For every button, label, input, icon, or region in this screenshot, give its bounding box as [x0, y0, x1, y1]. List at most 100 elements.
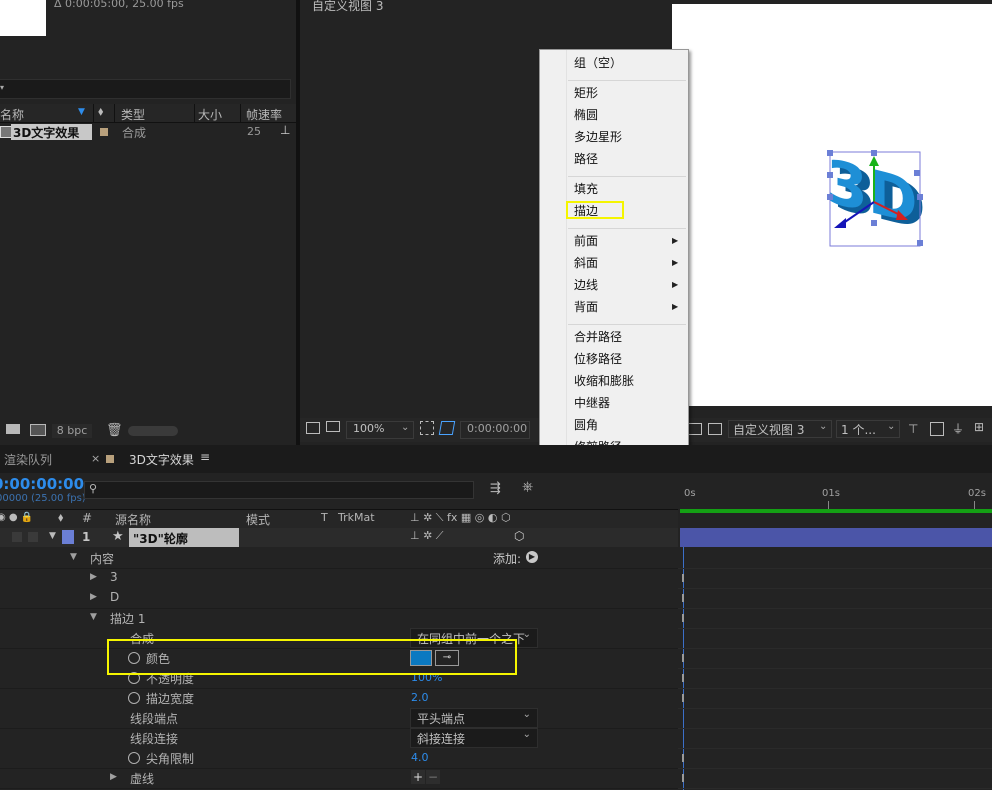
trash-icon[interactable]: 🗑	[106, 423, 123, 438]
expand-triangle-icon[interactable]: ▼	[70, 552, 77, 562]
comp-flowchart-icon[interactable]: ⇶	[490, 481, 501, 496]
layer-row[interactable]: ▼ 1 ★ "3D"轮廓 ⊥ ✲ ⟋ ⬡	[0, 528, 678, 547]
column-mode[interactable]: 模式	[246, 511, 270, 528]
expand-triangle-icon[interactable]: ▶	[90, 592, 97, 602]
menu-item[interactable]: 矩形	[574, 85, 598, 101]
menu-item[interactable]: 组（空）	[574, 55, 622, 71]
menu-item[interactable]: 前面 ▶	[574, 233, 678, 249]
stopwatch-icon[interactable]	[128, 692, 140, 704]
menu-item[interactable]: 多边星形	[574, 129, 622, 145]
bpc-toggle[interactable]: 8 bpc	[52, 424, 92, 438]
timeline-timecode[interactable]: 0:00:00:00	[0, 475, 84, 493]
prop-label: 描边 1	[110, 612, 146, 626]
viewer-timecode[interactable]: 0:00:00:00	[460, 421, 530, 439]
menu-item[interactable]: 路径	[574, 151, 598, 167]
menu-item[interactable]: 描边	[566, 201, 624, 219]
fast-preview-icon[interactable]: ⊞	[974, 420, 984, 434]
show-channel-icon[interactable]: ⏚	[952, 420, 964, 437]
keyframe-navigator-icon[interactable]	[682, 754, 684, 762]
prop-stroke-width[interactable]: 描边宽度 2.0	[0, 688, 678, 709]
folder-icon[interactable]	[6, 424, 20, 434]
expand-triangle-icon[interactable]: ▶	[90, 572, 97, 582]
menu-item[interactable]: 位移路径	[574, 351, 622, 367]
timeline-tabs-bar: 渲染队列 × 3D文字效果 ≡	[0, 445, 992, 473]
flowchart-icon: ⊥	[280, 123, 291, 137]
keyframe-navigator-icon[interactable]	[682, 694, 684, 702]
work-area-bar[interactable]	[680, 509, 992, 513]
remove-dash-icon[interactable]: −	[426, 770, 440, 784]
prop-line-join[interactable]: 线段连接 斜接连接 ⌄	[0, 728, 678, 749]
layer-name[interactable]: "3D"轮廓	[133, 530, 188, 547]
prop-group-d[interactable]: ▶ D	[0, 588, 678, 609]
prop-contents[interactable]: ▼ 内容 添加: ▶	[0, 548, 678, 569]
menu-item[interactable]: 背面 ▶	[574, 299, 678, 315]
column-trkmat[interactable]: TrkMat	[338, 511, 375, 524]
layer-duration-bar[interactable]	[680, 528, 992, 547]
grid-icon[interactable]	[708, 423, 722, 435]
project-item-row[interactable]: 3D文字效果 合成 25 ⊥	[0, 123, 296, 141]
keyframe-navigator-icon[interactable]	[682, 674, 684, 682]
render-icon[interactable]	[688, 423, 702, 435]
layer-number: 1	[82, 530, 91, 544]
keyframe-navigator-icon[interactable]	[682, 594, 684, 602]
view-select-dropdown[interactable]: 自定义视图 3 ⌄	[728, 420, 832, 438]
timeline-search[interactable]: ⚲	[84, 481, 474, 499]
menu-item[interactable]: 椭圆	[574, 107, 598, 123]
comp-color-swatch	[106, 455, 114, 463]
prop-stroke-width-value[interactable]: 2.0	[411, 691, 429, 704]
resolution-icon[interactable]	[420, 421, 434, 435]
snapshot-icon[interactable]	[930, 422, 944, 436]
prop-line-cap[interactable]: 线段端点 平头端点 ⌄	[0, 708, 678, 729]
menu-item[interactable]: 合并路径	[574, 329, 622, 345]
monitor-icon[interactable]	[326, 421, 340, 432]
view-count-dropdown[interactable]: 1 个... ⌄	[836, 420, 900, 438]
column-name[interactable]: 名称	[0, 106, 24, 123]
close-icon[interactable]: ×	[91, 452, 100, 465]
new-comp-icon[interactable]	[30, 424, 46, 436]
column-size[interactable]: 大小	[198, 106, 222, 123]
draft-3d-icon[interactable]: ⎈	[522, 479, 533, 495]
keyframe-navigator-icon[interactable]	[682, 774, 684, 782]
column-framerate[interactable]: 帧速率	[246, 106, 282, 123]
menu-item[interactable]: 圆角	[574, 417, 598, 433]
menu-item[interactable]: 边线 ▶	[574, 277, 678, 293]
project-scrollbar[interactable]	[128, 426, 178, 436]
keyframe-navigator-icon[interactable]	[682, 614, 684, 622]
menu-item[interactable]: 填充	[574, 181, 598, 197]
3d-layer-switch-icon[interactable]: ⬡	[514, 529, 524, 543]
layer-switch-icons[interactable]: ⊥ ✲ ⟋	[410, 529, 444, 543]
keyframe-navigator-icon[interactable]	[682, 654, 684, 662]
always-preview-icon[interactable]	[306, 422, 320, 434]
menu-item[interactable]: 斜面 ▶	[574, 255, 678, 271]
prop-miter-limit[interactable]: 尖角限制 4.0	[0, 748, 678, 769]
reset-exposure-icon[interactable]: ⊤	[908, 422, 918, 436]
expand-triangle-icon[interactable]: ▶	[110, 772, 117, 782]
submenu-arrow-icon: ▶	[672, 258, 679, 267]
prop-line-cap-dropdown[interactable]: 平头端点 ⌄	[410, 708, 538, 728]
add-arrow-icon[interactable]: ▶	[526, 551, 538, 563]
column-source-name[interactable]: 源名称	[115, 511, 151, 528]
add-button[interactable]: 添加:	[493, 550, 521, 567]
zoom-dropdown[interactable]: 100% ⌄	[346, 421, 414, 439]
column-type[interactable]: 类型	[121, 106, 145, 123]
time-ruler[interactable]: 0s 01s 02s	[680, 485, 992, 515]
keyframe-navigator-icon[interactable]	[682, 574, 684, 582]
prop-miter-limit-value[interactable]: 4.0	[411, 751, 429, 764]
tab-render-queue[interactable]: 渲染队列	[4, 451, 52, 468]
project-search[interactable]: ▾	[0, 79, 291, 99]
prop-stroke-1[interactable]: ▼ 描边 1	[0, 608, 678, 629]
expand-triangle-icon[interactable]: ▼	[49, 531, 56, 541]
stopwatch-icon[interactable]	[128, 752, 140, 764]
prop-group-3[interactable]: ▶ 3	[0, 568, 678, 589]
prop-dashes[interactable]: ▶ 虚线 + −	[0, 768, 678, 789]
mask-path-icon[interactable]	[438, 421, 456, 435]
tab-menu-icon[interactable]: ≡	[200, 450, 210, 464]
add-dash-icon[interactable]: +	[411, 770, 425, 784]
prop-line-join-dropdown[interactable]: 斜接连接 ⌄	[410, 728, 538, 748]
menu-item[interactable]: 收缩和膨胀	[574, 373, 634, 389]
menu-item[interactable]: 中继器	[574, 395, 610, 411]
composition-viewport[interactable]: 3D 3D	[672, 0, 992, 406]
expand-triangle-icon[interactable]: ▼	[90, 612, 97, 622]
layer-label-color[interactable]	[62, 530, 74, 544]
tab-composition[interactable]: × 3D文字效果 ≡	[86, 448, 216, 470]
